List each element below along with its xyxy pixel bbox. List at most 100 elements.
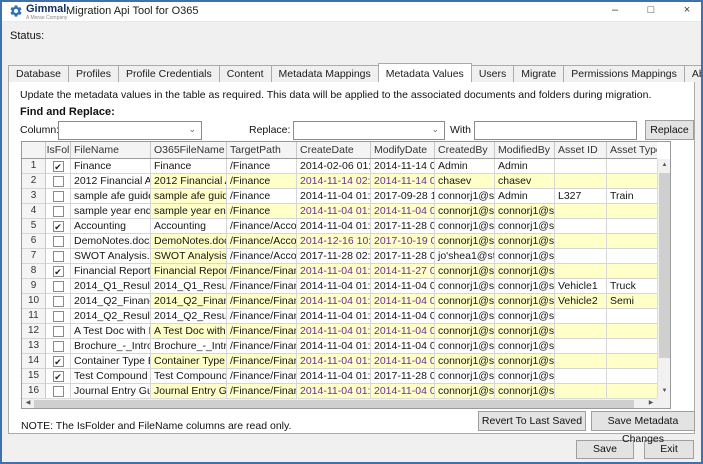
cell-modifiedBy[interactable]: connorj1@strate... [495,264,555,279]
cell-createdBy[interactable]: connorj1@strate... [435,354,495,369]
tab-metadata-values[interactable]: Metadata Values [378,63,472,82]
isfolder-checkbox[interactable] [53,206,64,217]
cell-targetPath[interactable]: /Finance/Accou... [227,234,297,249]
cell-o365FileName[interactable]: Brochure_-_Intro... [151,339,227,354]
cell-o365FileName[interactable]: Financial Reporting [151,264,227,279]
row-header[interactable]: 1 [22,159,46,174]
cell-fileName[interactable]: Test Compound ... [71,369,151,384]
tab-profile-credentials[interactable]: Profile Credentials [118,65,220,82]
row-header[interactable]: 7 [22,249,46,264]
cell-assetId[interactable] [555,264,607,279]
cell-modifyDate[interactable]: 2014-11-04 01:4... [371,354,435,369]
cell-createdBy[interactable]: connorj1@strate... [435,204,495,219]
cell-createDate[interactable]: 2014-11-04 01:4... [297,294,371,309]
cell-o365FileName[interactable]: SWOT Analysis.d... [151,249,227,264]
row-header[interactable]: 9 [22,279,46,294]
cell-assetType[interactable]: Train [607,189,657,204]
cell-modifyDate[interactable]: 2014-11-04 01:3... [371,204,435,219]
isfolder-checkbox[interactable] [53,386,64,397]
cell-modifiedBy[interactable]: connorj1@strate... [495,249,555,264]
row-header[interactable]: 4 [22,204,46,219]
cell-modifiedBy[interactable]: connorj1@strate... [495,354,555,369]
cell-modifiedBy[interactable]: connorj1@strate... [495,339,555,354]
cell-targetPath[interactable]: /Finance/Financi... [227,339,297,354]
minimize-button[interactable]: – [609,2,621,20]
scroll-left-icon[interactable]: ◀ [22,399,34,409]
cell-o365FileName[interactable]: DemoNotes.docx [151,234,227,249]
tab-migrate[interactable]: Migrate [513,65,564,82]
cell-assetType[interactable] [607,219,657,234]
row-header[interactable]: 2 [22,174,46,189]
row-header[interactable]: 11 [22,309,46,324]
cell-assetType[interactable] [607,204,657,219]
cell-fileName[interactable]: 2012 Financial A... [71,174,151,189]
tab-profiles[interactable]: Profiles [68,65,119,82]
column-header-modifiedby[interactable]: ModifiedBy [495,142,555,158]
cell-modifyDate[interactable]: 2014-11-14 02:3... [371,159,435,174]
cell-createDate[interactable]: 2014-02-06 01:4... [297,159,371,174]
vertical-scroll-thumb[interactable] [659,173,670,358]
isfolder-checkbox[interactable] [53,341,64,352]
cell-createDate[interactable]: 2014-11-04 01:4... [297,324,371,339]
cell-createdBy[interactable]: connorj1@strate... [435,294,495,309]
scroll-down-icon[interactable]: ▼ [658,385,671,398]
cell-modifiedBy[interactable]: connorj1@strate... [495,324,555,339]
cell-assetId[interactable]: L327 [555,189,607,204]
column-header-createdby[interactable]: CreatedBy [435,142,495,158]
cell-o365FileName[interactable]: sample year end f... [151,204,227,219]
cell-assetType[interactable] [607,234,657,249]
cell-o365FileName[interactable]: 2012 Financial A... [151,174,227,189]
isfolder-checkbox[interactable] [53,236,64,247]
cell-fileName[interactable]: Financial Reporting [71,264,151,279]
cell-assetId[interactable] [555,309,607,324]
column-header-modifydate[interactable]: ModifyDate [371,142,435,158]
cell-createdBy[interactable]: connorj1@strate... [435,264,495,279]
cell-assetId[interactable] [555,174,607,189]
cell-createdBy[interactable]: connorj1@strate... [435,189,495,204]
cell-modifiedBy[interactable]: Admin [495,189,555,204]
cell-targetPath[interactable]: /Finance [227,174,297,189]
cell-assetType[interactable] [607,324,657,339]
cell-assetType[interactable] [607,264,657,279]
cell-fileName[interactable]: 2014_Q1_Result... [71,279,151,294]
cell-assetId[interactable] [555,249,607,264]
isfolder-checkbox[interactable] [53,326,64,337]
replace-dropdown[interactable]: ⌄ [293,121,445,140]
cell-modifyDate[interactable]: 2017-11-28 03:0... [371,249,435,264]
cell-targetPath[interactable]: /Finance/Accou... [227,219,297,234]
cell-modifiedBy[interactable]: connorj1@strate... [495,204,555,219]
cell-createDate[interactable]: 2014-11-04 01:4... [297,339,371,354]
isfolder-checkbox[interactable] [53,221,64,232]
isfolder-checkbox[interactable] [53,251,64,262]
cell-targetPath[interactable]: /Finance/Financi... [227,324,297,339]
cell-assetId[interactable] [555,159,607,174]
cell-assetType[interactable] [607,159,657,174]
horizontal-scroll-thumb[interactable] [34,400,634,408]
cell-modifiedBy[interactable]: connorj1@strate... [495,234,555,249]
column-header-filename[interactable]: FileName [71,142,151,158]
cell-targetPath[interactable]: /Finance/Financi... [227,264,297,279]
cell-assetId[interactable] [555,339,607,354]
cell-createdBy[interactable]: connorj1@strate... [435,369,495,384]
cell-fileName[interactable]: SWOT Analysis.d... [71,249,151,264]
cell-createdBy[interactable]: connorj1@strate... [435,219,495,234]
cell-assetId[interactable] [555,204,607,219]
cell-createDate[interactable]: 2014-11-04 01:4... [297,384,371,398]
cell-createDate[interactable]: 2014-11-04 01:3... [297,204,371,219]
close-button[interactable]: × [681,2,693,20]
cell-o365FileName[interactable]: Finance [151,159,227,174]
cell-modifiedBy[interactable]: connorj1@strate... [495,219,555,234]
row-header[interactable]: 12 [22,324,46,339]
tab-users[interactable]: Users [471,65,514,82]
isfolder-checkbox[interactable] [53,281,64,292]
cell-targetPath[interactable]: /Finance/Financi... [227,384,297,398]
cell-modifyDate[interactable]: 2014-11-04 02:5... [371,294,435,309]
cell-assetType[interactable] [607,384,657,398]
cell-modifiedBy[interactable]: connorj1@strate... [495,369,555,384]
cell-assetType[interactable] [607,339,657,354]
cell-createdBy[interactable]: Admin [435,159,495,174]
cell-o365FileName[interactable]: 2014_Q2_Result... [151,309,227,324]
isfolder-checkbox[interactable] [53,311,64,322]
cell-o365FileName[interactable]: 2014_Q2_Financ... [151,294,227,309]
cell-createDate[interactable]: 2014-11-04 01:3... [297,354,371,369]
